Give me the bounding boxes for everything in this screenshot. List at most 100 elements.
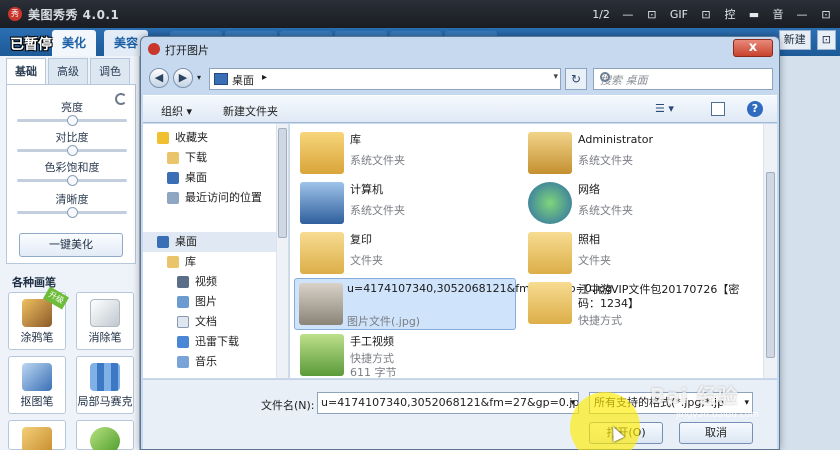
brightness-slider[interactable]: [17, 115, 127, 126]
file-item-administrator[interactable]: Administrator 系统文件夹: [526, 130, 754, 176]
control-button[interactable]: 控: [724, 6, 736, 22]
cancel-button[interactable]: 取消: [679, 422, 753, 444]
minimize-icon[interactable]: —: [622, 8, 634, 21]
dialog-app-icon: [148, 43, 160, 55]
nav-music[interactable]: 音乐: [143, 352, 288, 372]
file-item-copy-folder[interactable]: 复印 文件夹: [298, 230, 526, 276]
recent-places-icon: [167, 192, 179, 204]
audio-button[interactable]: 音: [772, 6, 784, 22]
nav-label: 音乐: [195, 355, 217, 368]
file-item-computer[interactable]: 计算机 系统文件夹: [298, 180, 526, 226]
view-options-button[interactable]: ☰ ▾: [655, 102, 681, 118]
eraser-icon: [90, 299, 120, 327]
brush-label: 消除笔: [88, 331, 122, 344]
scroll-thumb[interactable]: [278, 128, 287, 238]
file-item-library[interactable]: 库 系统文件夹: [298, 130, 526, 176]
slider-knob[interactable]: [67, 175, 78, 186]
slider-knob[interactable]: [67, 115, 78, 126]
file-type: 系统文件夹: [578, 154, 633, 167]
organize-button[interactable]: 组织 ▾: [161, 103, 192, 119]
nav-desktop[interactable]: 桌面: [143, 168, 288, 188]
window-maximize-icon[interactable]: ⊡: [820, 8, 832, 21]
file-item-handicraft-video[interactable]: 手工视频 快捷方式 611 字节: [298, 332, 526, 378]
restore-icon[interactable]: ⊡: [646, 8, 658, 21]
page-counter: 1/2: [592, 7, 610, 21]
star-icon: [157, 132, 169, 144]
nav-desktop-root[interactable]: 桌面: [143, 232, 288, 252]
sharpness-slider[interactable]: [17, 207, 127, 218]
file-name: u=4174107340,3052068121&fm=27&gp=0.jpg: [347, 282, 613, 295]
nav-pictures[interactable]: 图片: [143, 292, 288, 312]
new-button[interactable]: 新建: [778, 30, 811, 50]
filename-input[interactable]: u=4174107340,3052068121&fm=27&gp=0.jpg ▾: [317, 392, 579, 414]
window-minimize-icon[interactable]: —: [796, 8, 808, 21]
bar-icon[interactable]: ▬: [748, 8, 760, 21]
file-item-selected-jpg[interactable]: u=4174107340,3052068121&fm=27&gp=0.jpg 图…: [294, 278, 612, 330]
desktop-icon: [157, 236, 169, 248]
nav-downloads[interactable]: 下载: [143, 148, 288, 168]
history-dropdown-icon[interactable]: ▾: [197, 73, 201, 82]
graffiti-brush-button[interactable]: 升级 涂鸦笔: [8, 286, 70, 350]
help-icon[interactable]: ?: [747, 101, 763, 117]
capture-icon[interactable]: ⊡: [700, 8, 712, 21]
preview-pane-icon[interactable]: [711, 102, 725, 116]
eraser-brush-button[interactable]: 消除笔: [76, 292, 134, 350]
file-scrollbar[interactable]: [763, 124, 777, 378]
brush-label: 抠图笔: [20, 395, 54, 408]
recorder-toolbar: 1/2 — ⊡ GIF ⊡ 控 ▬ 音 — ⊡: [592, 0, 840, 28]
brush-label: 局部马赛克: [77, 395, 133, 408]
file-type: 系统文件夹: [350, 154, 405, 167]
new-folder-button[interactable]: 新建文件夹: [223, 103, 278, 119]
slider-knob[interactable]: [67, 207, 78, 218]
file-item-network[interactable]: 网络 系统文件夹: [526, 180, 754, 226]
subtab-advanced[interactable]: 高级: [48, 58, 88, 84]
nav-scrollbar[interactable]: [276, 124, 288, 378]
oneclick-beautify-button[interactable]: 一键美化: [19, 233, 123, 257]
computer-icon: [300, 182, 344, 224]
refresh-button[interactable]: ↻: [565, 68, 587, 90]
mosaic-brush-button[interactable]: 局部马赛克: [76, 356, 134, 414]
file-name: 网络: [578, 183, 600, 196]
file-name: Administrator: [578, 133, 653, 146]
desktop-icon: [214, 73, 228, 85]
file-size: 611 字节: [350, 366, 397, 378]
cutout-brush-button[interactable]: 抠图笔: [8, 356, 66, 414]
gif-button[interactable]: GIF: [670, 8, 688, 21]
basic-sliders: 亮度 对比度 色彩饱和度 清晰度 一键美化: [6, 84, 136, 264]
panel-toggle-button[interactable]: ⊡: [816, 30, 836, 50]
saturation-slider[interactable]: [17, 175, 127, 186]
scroll-thumb[interactable]: [766, 172, 775, 358]
file-type: 文件夹: [578, 254, 611, 267]
breadcrumb-arrow-icon[interactable]: ▸: [262, 72, 267, 83]
file-type: 图片文件(.jpg): [347, 315, 421, 328]
file-item-photo-folder[interactable]: 照相 文件夹: [526, 230, 754, 276]
folder-icon: [300, 232, 344, 274]
search-icon[interactable]: [600, 72, 610, 82]
address-bar[interactable]: 桌面 ▸ ▾: [209, 68, 561, 90]
brush-button-partial[interactable]: [76, 420, 134, 450]
nav-libraries[interactable]: 库: [143, 252, 288, 272]
back-button[interactable]: ◀: [149, 68, 169, 88]
forward-button[interactable]: ▶: [173, 68, 193, 88]
file-item-vip-shortcut[interactable]: 江中游VIP文件包20170726【密码：1234】 快捷方式: [526, 280, 754, 327]
sharpness-label: 清晰度: [55, 193, 89, 206]
address-text: 桌面: [232, 74, 254, 87]
search-input[interactable]: 搜索 桌面: [593, 68, 773, 90]
nav-label: 桌面: [185, 171, 207, 184]
app-title: 美图秀秀 4.0.1: [28, 8, 120, 22]
nav-label: 下载: [185, 151, 207, 164]
nav-xunlei[interactable]: 迅雷下载: [143, 332, 288, 352]
nav-videos[interactable]: 视频: [143, 272, 288, 292]
subtab-color[interactable]: 调色: [90, 58, 130, 84]
download-folder-icon: [167, 152, 179, 164]
slider-knob[interactable]: [67, 145, 78, 156]
contrast-slider[interactable]: [17, 145, 127, 156]
dialog-close-button[interactable]: x: [733, 39, 773, 57]
nav-recent[interactable]: 最近访问的位置: [143, 188, 288, 208]
brush-button-partial[interactable]: [8, 420, 66, 450]
subtab-basic[interactable]: 基础: [6, 58, 46, 84]
tab-beautify[interactable]: 美化: [52, 30, 97, 56]
nav-documents[interactable]: 文档: [143, 312, 288, 332]
nav-favorites[interactable]: 收藏夹: [143, 128, 288, 148]
address-dropdown-icon[interactable]: ▾: [553, 72, 558, 82]
